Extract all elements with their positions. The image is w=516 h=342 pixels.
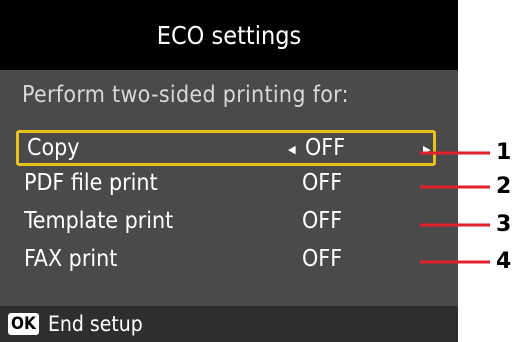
callout-number: 2 <box>496 174 512 199</box>
callout-number: 1 <box>496 140 512 165</box>
callout-number: 4 <box>496 249 512 274</box>
callout-number: 3 <box>496 212 512 237</box>
callout-lines <box>420 151 490 264</box>
